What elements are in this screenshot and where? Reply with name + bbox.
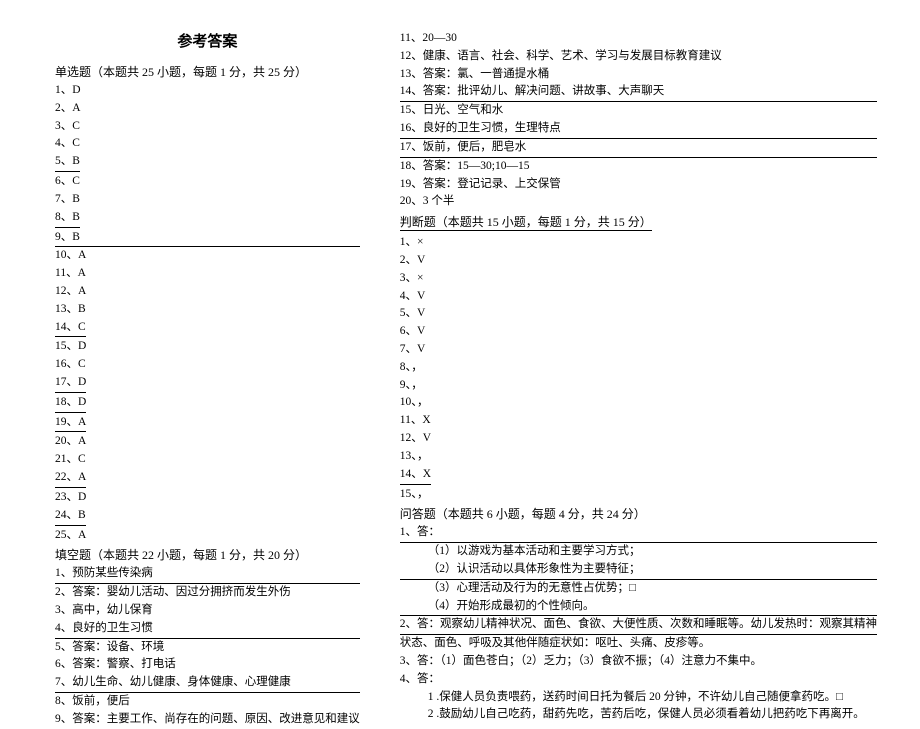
mc-answer-item: 15、D [55,338,360,356]
tf-answer-item: 7、V [400,341,877,359]
fill-answer-item: 8、饭前，便后 [55,693,360,711]
mc-answer-item: 19、A [55,414,360,434]
fill-answer-item: 17、饭前，便后，肥皂水 [400,139,877,158]
tf-answer-item: 13、， [400,448,877,466]
qa-answer-item: 2 .鼓励幼儿自己吃药，甜药先吃，苦药后吃，保健人员必须看着幼儿把药吃下再离开。 [400,706,877,724]
fill-answer-item: 11、20—30 [400,30,877,48]
tf-answer-item: 10、， [400,394,877,412]
mc-answer-item: 13、B [55,301,360,319]
page-title: 参考答案 [55,30,360,51]
mc-answer-item: 21、C [55,451,360,469]
mc-answer-item: 24、B [55,507,360,527]
mc-answer-item: 14、C [55,319,360,339]
section2-header: 填空题（本题共 22 小题，每题 1 分，共 20 分） [55,546,360,563]
mc-answer-item: 6、C [55,173,360,191]
qa-answer-item: （4）开始形成最初的个性倾向。 [400,598,877,617]
qa-answer-item: 3、答：（1）面色苍白；（2）乏力；（3）食欲不振；（4）注意力不集中。 [400,653,877,671]
mc-answer-item: 16、C [55,356,360,374]
qa-answer-item: 2、答：观察幼儿精神状况、面色、食欲、大便性质、次数和睡眠等。幼儿发热时：观察其… [400,616,877,635]
left-column: 参考答案 单选题（本题共 25 小题，每题 1 分，共 25 分） 1、D2、A… [55,30,360,666]
mc-answer-item: 12、A [55,283,360,301]
mc-answer-item: 2、A [55,100,360,118]
mc-answer-item: 9、B [55,229,360,248]
section4-header: 问答题（本题共 6 小题，每题 4 分，共 24 分） [400,505,877,522]
fill-answer-item: 19、答案：登记记录、上交保管 [400,176,877,194]
fill-answer-item: 6、答案：警察、打电话 [55,656,360,674]
mc-answer-item: 3、C [55,118,360,136]
tf-answer-item: 8、， [400,359,877,377]
mc-answer-item: 23、D [55,489,360,507]
tf-answer-item: 12、V [400,430,877,448]
qa-answer-item: 状态、面色、呼吸及其他伴随症状如：呕吐、头痛、皮疹等。 [400,635,877,653]
tf-answer-item: 5、V [400,305,877,323]
fill-answer-item: 3、高中，幼儿保育 [55,602,360,620]
fill-answer-item: 18、答案：15—30;10—15 [400,158,877,176]
fill-answer-item: 9、答案：主要工作、尚存在的问题、原因、改进意见和建议 [55,711,360,729]
fill-answer-item: 4、良好的卫生习惯 [55,620,360,639]
mc-answer-item: 5、B [55,153,360,173]
fill-answer-item: 2、答案：婴幼儿活动、因过分拥挤而发生外伤 [55,584,360,602]
mc-answer-item: 18、D [55,394,360,414]
tf-answer-item: 14、X [400,466,877,486]
tf-answer-item: 4、V [400,288,877,306]
mc-answer-item: 7、B [55,191,360,209]
fill-answer-item: 1、预防某些传染病 [55,565,360,584]
section3-header: 判断题（本题共 15 小题，每题 1 分，共 15 分） [400,213,877,232]
right-column: 11、20—3012、健康、语言、社会、科学、艺术、学习与发展目标教育建议13、… [400,30,877,666]
fill-answer-item: 7、幼儿生命、幼儿健康、身体健康、心理健康 [55,674,360,693]
fill-answer-item: 12、健康、语言、社会、科学、艺术、学习与发展目标教育建议 [400,48,877,66]
fill-answer-item: 20、3 个半 [400,193,877,211]
mc-answer-item: 1、D [55,82,360,100]
mc-answer-item: 10、A [55,247,360,265]
tf-answer-item: 1、× [400,234,877,252]
fill-answer-item: 5、答案：设备、环境 [55,639,360,657]
fill-answer-item: 13、答案：氯、一普通提水桶 [400,66,877,84]
qa-answer-item: （2）认识活动以具体形象性为主要特征； [400,561,877,580]
fill-answer-item: 14、答案：批评幼儿、解决问题、讲故事、大声聊天 [400,83,877,102]
tf-answer-item: 6、V [400,323,877,341]
mc-answer-item: 17、D [55,374,360,394]
mc-answer-item: 20、A [55,433,360,451]
qa-answer-item: （1）以游戏为基本活动和主要学习方式； [400,543,877,561]
qa-answer-item: 1 .保健人员负责喂药，送药时间日托为餐后 20 分钟，不许幼儿自己随便拿药吃。… [400,689,877,707]
tf-answer-item: 9、， [400,377,877,395]
tf-answer-item: 15、， [400,486,877,504]
mc-answer-item: 8、B [55,209,360,229]
fill-answer-item: 15、日光、空气和水 [400,102,877,120]
tf-answer-item: 3、× [400,270,877,288]
mc-answer-item: 25、A [55,527,360,545]
mc-answer-item: 11、A [55,265,360,283]
section1-header: 单选题（本题共 25 小题，每题 1 分，共 25 分） [55,63,360,80]
mc-answer-item: 4、C [55,135,360,153]
qa-answer-item: （3）心理活动及行为的无意性占优势；□ [400,580,877,598]
qa-answer-item: 1、答： [400,524,877,543]
tf-answer-item: 11、X [400,412,877,430]
tf-answer-item: 2、V [400,252,877,270]
fill-answer-item: 16、良好的卫生习惯，生理特点 [400,120,877,139]
mc-answer-item: 22、A [55,469,360,489]
